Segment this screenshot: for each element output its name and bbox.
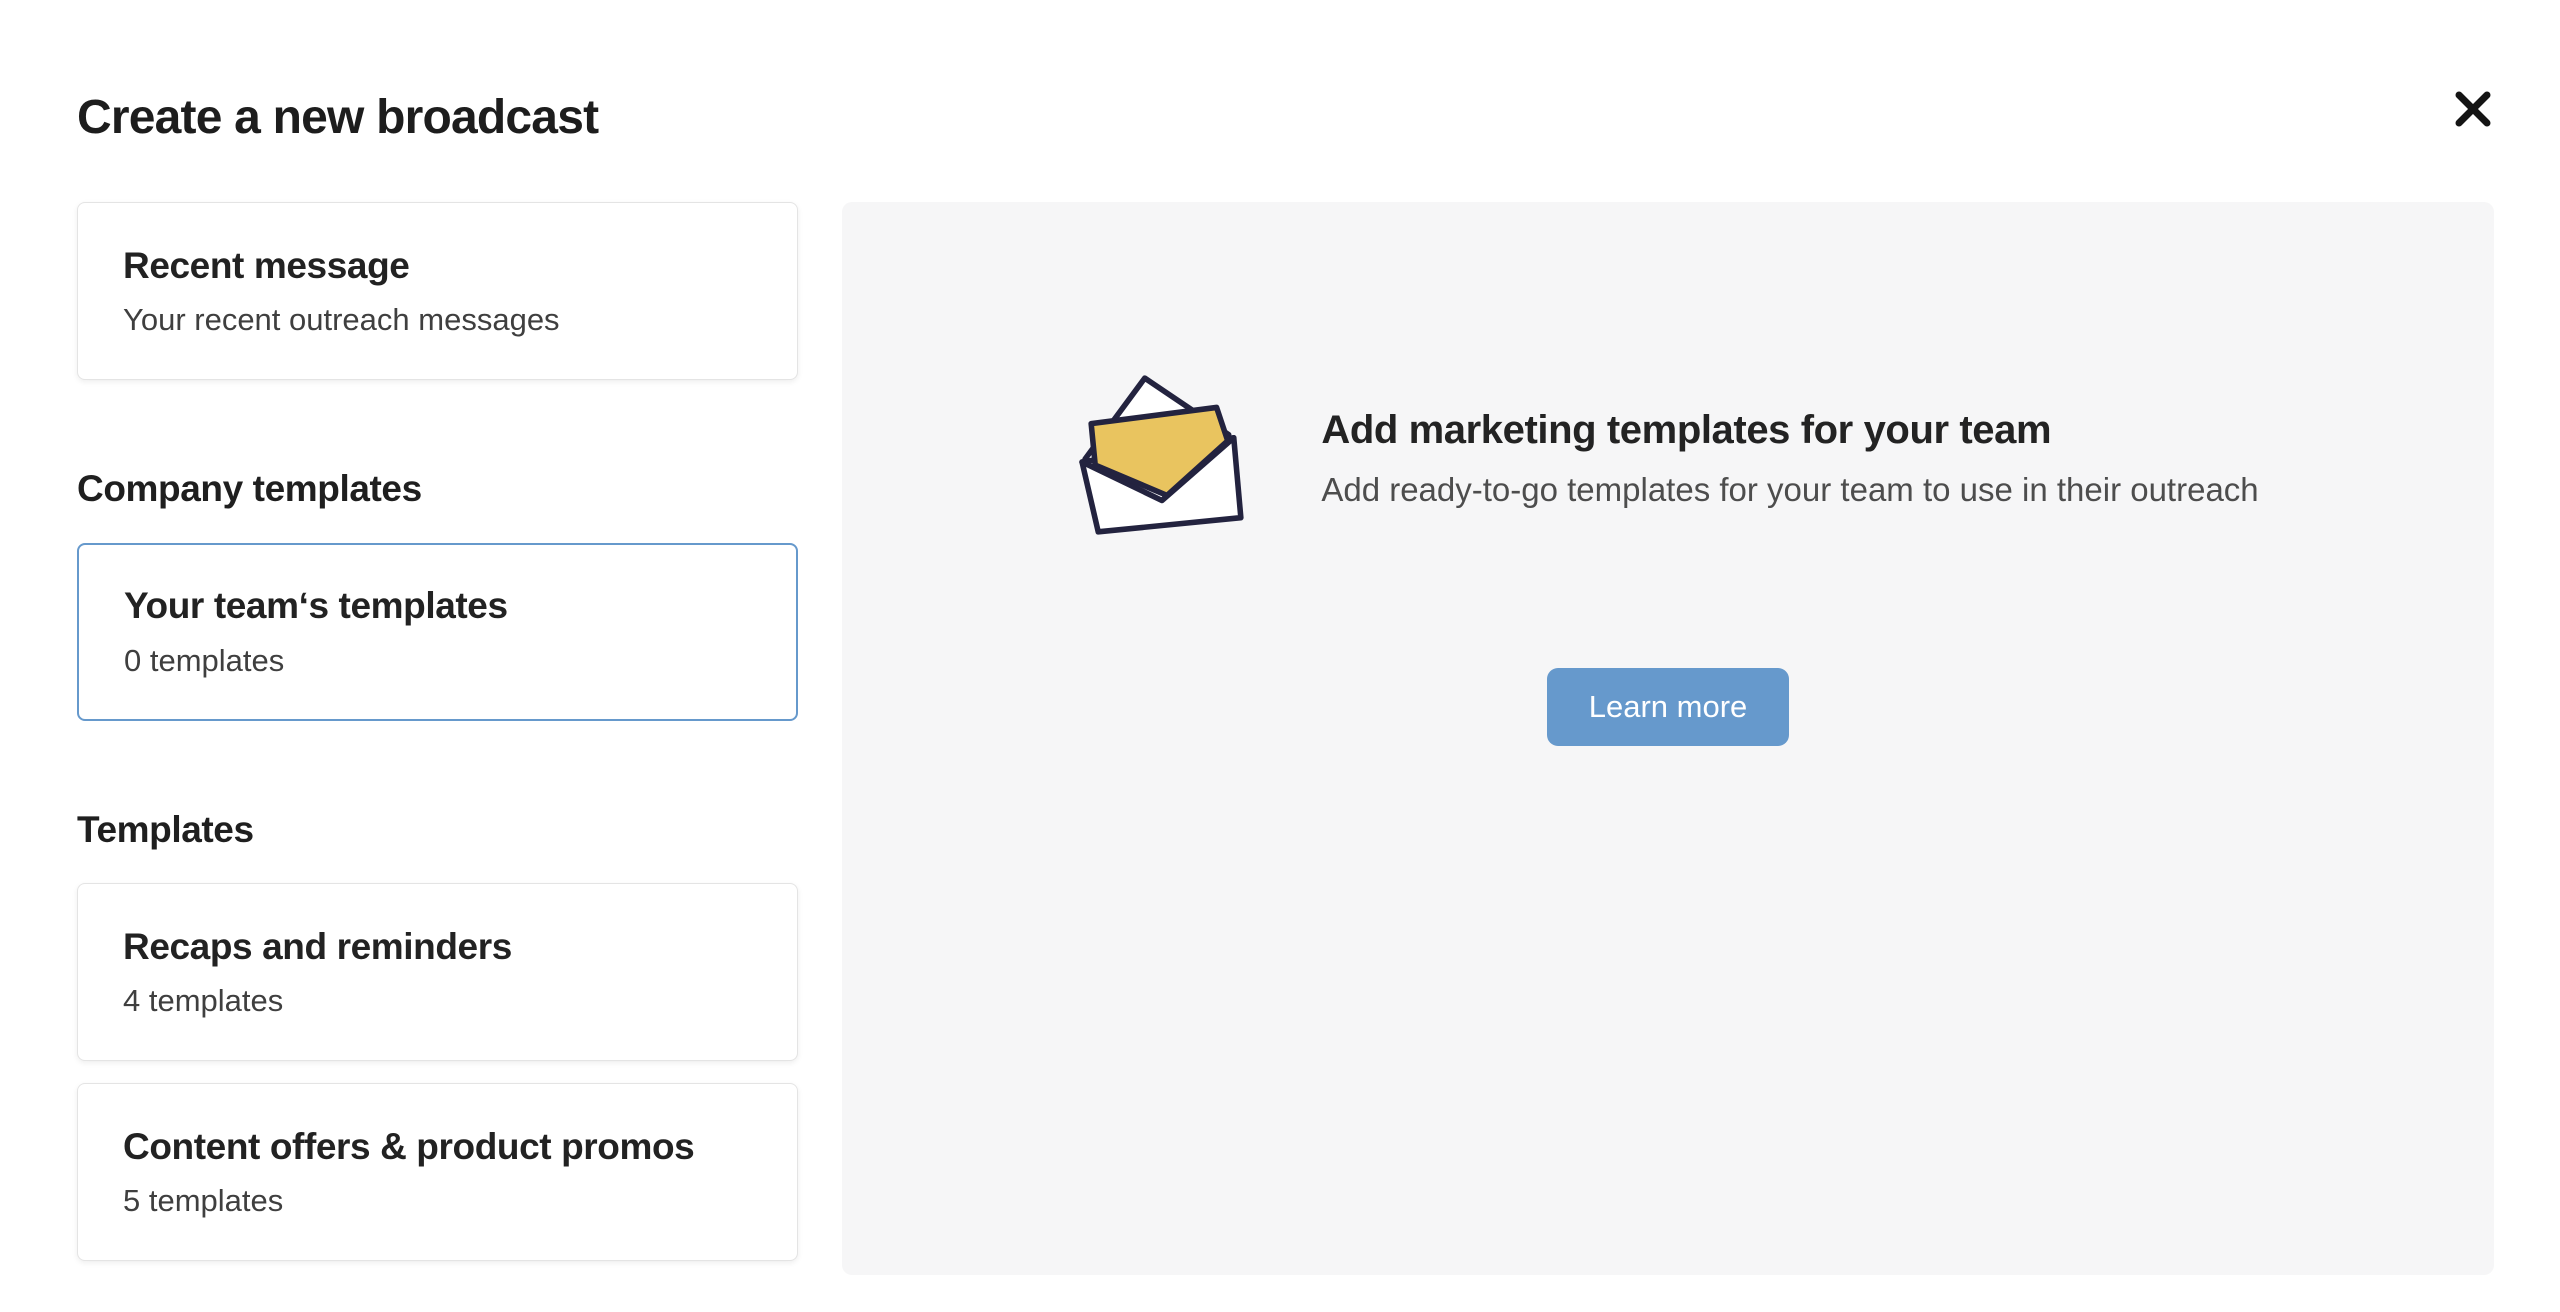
template-source-list: Recent message Your recent outreach mess…: [77, 202, 798, 1261]
close-icon: [2450, 86, 2496, 132]
panel-heading: Add marketing templates for your team: [1321, 407, 2258, 453]
marketing-templates-panel: Add marketing templates for your team Ad…: [842, 202, 2494, 1275]
content-offers-product-promos-card[interactable]: Content offers & product promos 5 templa…: [77, 1083, 798, 1261]
panel-subheading: Add ready-to-go templates for your team …: [1321, 470, 2258, 510]
panel-hero: Add marketing templates for your team Ad…: [1077, 372, 2258, 544]
your-teams-templates-card[interactable]: Your team‘s templates 0 templates: [77, 543, 798, 721]
page-title: Create a new broadcast: [77, 90, 598, 145]
card-title: Content offers & product promos: [123, 1126, 767, 1169]
card-title: Recent message: [123, 245, 767, 288]
card-subtitle: 5 templates: [123, 1184, 767, 1218]
section-heading-templates: Templates: [77, 809, 798, 852]
card-subtitle: 4 templates: [123, 984, 767, 1018]
card-subtitle: 0 templates: [124, 644, 766, 678]
close-button[interactable]: [2448, 84, 2498, 134]
recaps-and-reminders-card[interactable]: Recaps and reminders 4 templates: [77, 883, 798, 1061]
card-subtitle: Your recent outreach messages: [123, 303, 767, 337]
create-broadcast-modal: Create a new broadcast Recent message Yo…: [0, 0, 2560, 1312]
section-heading-company-templates: Company templates: [77, 468, 798, 511]
open-envelope-icon: [1077, 372, 1255, 544]
card-title: Recaps and reminders: [123, 926, 767, 969]
learn-more-button[interactable]: Learn more: [1547, 668, 1790, 746]
recent-message-card[interactable]: Recent message Your recent outreach mess…: [77, 202, 798, 380]
panel-hero-text: Add marketing templates for your team Ad…: [1321, 407, 2258, 510]
card-title: Your team‘s templates: [124, 585, 766, 628]
